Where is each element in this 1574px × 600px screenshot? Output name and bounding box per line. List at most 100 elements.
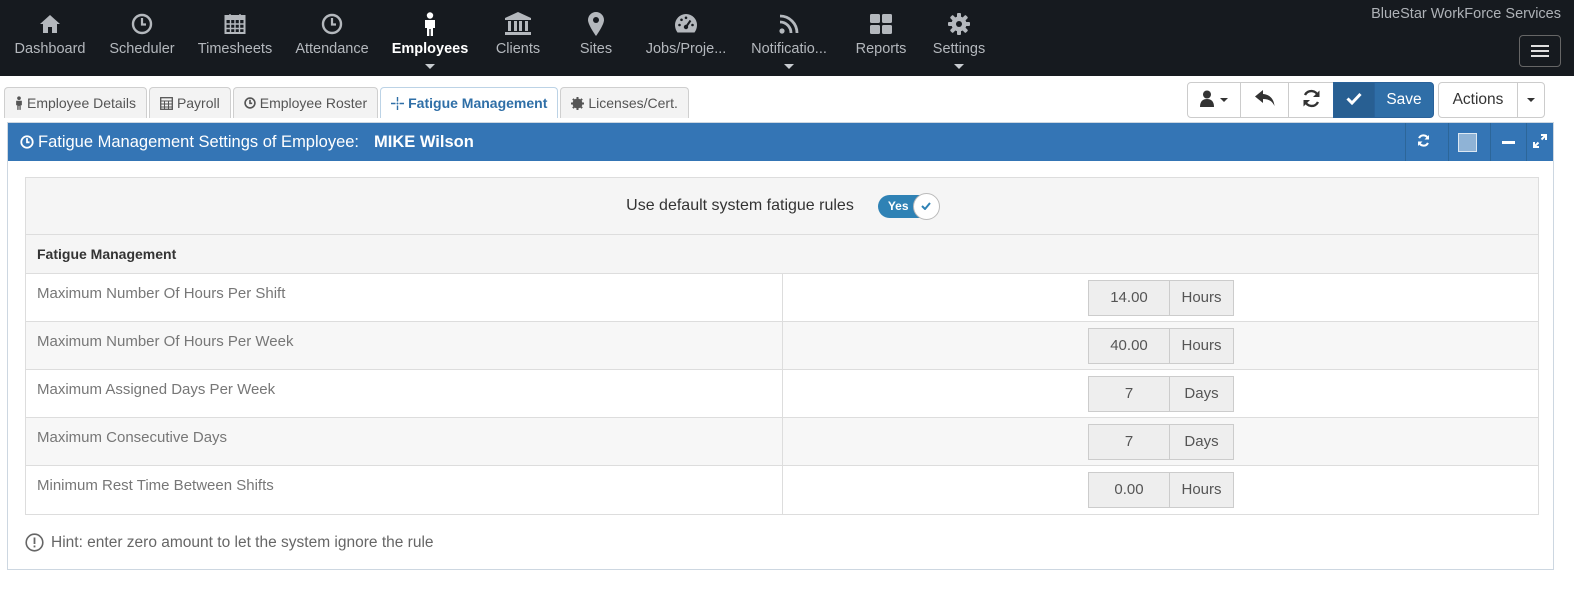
clock-icon <box>20 135 34 149</box>
nav-label: Attendance <box>295 41 369 57</box>
employee-name: MIKE Wilson <box>374 132 474 151</box>
map-marker-icon <box>588 11 604 37</box>
expand-icon <box>1533 133 1547 151</box>
nav-item-reports[interactable]: Reports <box>854 0 908 76</box>
max-consecutive-days-input[interactable]: 7 <box>1088 424 1170 460</box>
actions-dropdown-toggle[interactable] <box>1517 82 1545 118</box>
panel-fullscreen-button[interactable] <box>1526 123 1553 161</box>
user-menu-button[interactable] <box>1187 82 1241 118</box>
save-check-button[interactable] <box>1333 82 1375 118</box>
nav-label: Dashboard <box>14 41 86 57</box>
rule-row-max-assigned-days-per-week: Maximum Assigned Days Per Week 7 Days <box>26 370 1538 418</box>
nav-item-employees[interactable]: Employees <box>392 0 468 76</box>
clock-icon <box>321 11 343 37</box>
dashboard-gauge-icon <box>674 11 698 37</box>
hint-text: Hint: enter zero amount to let the syste… <box>25 533 434 552</box>
minus-icon <box>1502 140 1515 144</box>
panel-color-button[interactable] <box>1448 123 1486 161</box>
refresh-icon <box>1302 89 1321 111</box>
panel-title: Fatigue Management Settings of Employee:… <box>20 123 474 161</box>
nav-item-scheduler[interactable]: Scheduler <box>109 0 175 76</box>
panel-header: Fatigue Management Settings of Employee:… <box>8 123 1553 161</box>
brand-name: BlueStar WorkForce Services <box>1371 6 1561 22</box>
nav-label: Scheduler <box>109 41 175 57</box>
nav-label: Employees <box>391 41 469 57</box>
unit-label: Hours <box>1170 472 1234 508</box>
section-title: Fatigue Management <box>26 235 1538 274</box>
clock-icon <box>131 11 153 37</box>
max-assigned-days-input[interactable]: 7 <box>1088 376 1170 412</box>
crosshair-icon <box>391 96 405 110</box>
tab-label: Employee Details <box>27 95 136 111</box>
top-navbar: Dashboard Scheduler Timesheets Attendanc… <box>0 0 1574 76</box>
nav-item-clients[interactable]: Clients <box>494 0 542 76</box>
nav-label: Timesheets <box>197 41 273 57</box>
panel-collapse-button[interactable] <box>1490 123 1526 161</box>
nav-item-notifications[interactable]: Notificatio... <box>750 0 828 76</box>
default-rules-row: Use default system fatigue rules Yes <box>26 178 1538 235</box>
chevron-down-icon <box>425 64 435 69</box>
tab-licenses-cert[interactable]: Licenses/Cert. <box>560 87 689 118</box>
nav-item-attendance[interactable]: Attendance <box>295 0 369 76</box>
panel-reload-button[interactable] <box>1405 123 1441 161</box>
rule-row-min-rest-time: Minimum Rest Time Between Shifts 0.00 Ho… <box>26 466 1538 514</box>
rule-row-max-hours-per-shift: Maximum Number Of Hours Per Shift 14.00 … <box>26 274 1538 322</box>
reply-icon <box>1254 90 1275 110</box>
certificate-icon <box>571 96 585 110</box>
nav-label: Settings <box>932 41 986 57</box>
unit-label: Days <box>1170 424 1234 460</box>
person-icon <box>15 96 23 110</box>
square-icon <box>1458 132 1477 152</box>
chevron-down-icon <box>954 64 964 69</box>
calculator-icon <box>159 96 173 110</box>
default-rules-toggle[interactable]: Yes <box>877 192 940 220</box>
fatigue-settings-panel: Fatigue Management Settings of Employee:… <box>7 122 1554 570</box>
unit-label: Days <box>1170 376 1234 412</box>
rule-label: Maximum Number Of Hours Per Shift <box>26 274 783 321</box>
chevron-down-icon <box>1220 98 1228 102</box>
user-icon <box>1200 90 1217 110</box>
nav-label: Clients <box>495 41 541 57</box>
nav-item-sites[interactable]: Sites <box>576 0 616 76</box>
nav-label: Reports <box>855 41 907 57</box>
nav-label: Notificatio... <box>751 41 827 57</box>
unit-label: Hours <box>1170 280 1234 316</box>
rule-row-max-hours-per-week: Maximum Number Of Hours Per Week 40.00 H… <box>26 322 1538 370</box>
rule-label: Maximum Assigned Days Per Week <box>26 370 783 417</box>
nav-label: Sites <box>579 41 613 57</box>
nav-item-dashboard[interactable]: Dashboard <box>14 0 86 76</box>
tab-employee-roster[interactable]: Employee Roster <box>232 87 379 118</box>
tab-payroll[interactable]: Payroll <box>148 87 231 118</box>
nav-label: Jobs/Proje... <box>645 41 727 57</box>
toggle-label: Yes <box>887 198 909 213</box>
min-rest-time-input[interactable]: 0.00 <box>1088 472 1170 508</box>
home-icon <box>39 11 61 37</box>
nav-item-jobs-projects[interactable]: Jobs/Proje... <box>646 0 726 76</box>
rule-label: Minimum Rest Time Between Shifts <box>26 466 783 514</box>
default-rules-label: Use default system fatigue rules <box>626 197 854 214</box>
tab-employee-details[interactable]: Employee Details <box>4 87 147 118</box>
actions-button[interactable]: Actions <box>1438 82 1518 118</box>
rule-label: Maximum Number Of Hours Per Week <box>26 322 783 369</box>
tab-label: Payroll <box>176 95 220 111</box>
person-icon <box>423 11 437 37</box>
calendar-icon <box>224 11 246 37</box>
chevron-down-icon <box>1527 98 1535 102</box>
bank-icon <box>504 11 532 37</box>
tab-fatigue-management[interactable]: Fatigue Management <box>380 87 559 118</box>
undo-button[interactable] <box>1240 82 1289 118</box>
menu-toggle-button[interactable] <box>1519 35 1561 67</box>
max-hours-per-week-input[interactable]: 40.00 <box>1088 328 1170 364</box>
fatigue-rules-table: Use default system fatigue rules Yes Fat… <box>25 177 1539 515</box>
clock-icon <box>244 97 256 109</box>
check-icon <box>1346 92 1362 108</box>
rule-label: Maximum Consecutive Days <box>26 418 783 465</box>
nav-item-timesheets[interactable]: Timesheets <box>197 0 273 76</box>
unit-label: Hours <box>1170 328 1234 364</box>
tab-label: Employee Roster <box>259 95 368 111</box>
max-hours-per-shift-input[interactable]: 14.00 <box>1088 280 1170 316</box>
nav-item-settings[interactable]: Settings <box>932 0 986 76</box>
save-button[interactable]: Save <box>1374 82 1434 118</box>
refresh-button[interactable] <box>1288 82 1334 118</box>
check-icon <box>912 192 940 220</box>
